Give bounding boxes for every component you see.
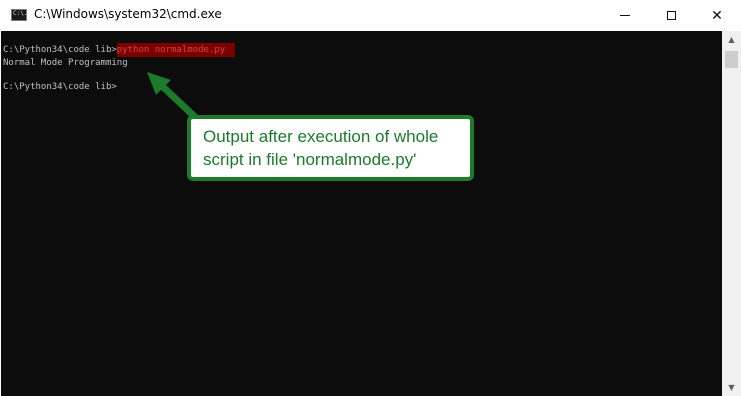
- chevron-up-icon: ▲: [728, 35, 735, 44]
- cmd-window: C:\. C:\Windows\system32\cmd.exe ✕ C:\Py…: [0, 0, 741, 396]
- console-line-command: C:\Python34\code lib>python normalmode.p…: [3, 43, 236, 57]
- cmd-app-icon[interactable]: C:\.: [11, 9, 27, 21]
- scroll-thumb[interactable]: [725, 51, 738, 68]
- scroll-down-button[interactable]: ▼: [722, 379, 741, 396]
- console-prompt: C:\Python34\code lib>: [3, 45, 117, 55]
- close-button[interactable]: ✕: [694, 0, 740, 31]
- vertical-scrollbar[interactable]: ▲ ▼: [722, 31, 741, 396]
- minimize-icon: [620, 15, 630, 16]
- close-icon: ✕: [711, 7, 723, 24]
- callout-line-2: script in file 'normalmode.py': [203, 150, 417, 169]
- annotation-callout: Output after execution of whole script i…: [187, 115, 474, 181]
- cmd-icon-glyph: C:\.: [13, 10, 28, 17]
- title-bar[interactable]: C:\. C:\Windows\system32\cmd.exe ✕: [0, 0, 741, 31]
- callout-line-1: Output after execution of whole: [203, 127, 439, 146]
- highlighted-command: python normalmode.py: [116, 43, 236, 57]
- maximize-icon: [666, 11, 676, 20]
- scroll-up-button[interactable]: ▲: [722, 31, 741, 48]
- console-line-output: Normal Mode Programming: [3, 58, 128, 68]
- chevron-down-icon: ▼: [728, 383, 735, 392]
- console-line-prompt: C:\Python34\code lib>: [3, 82, 117, 92]
- console-output-area[interactable]: C:\Python34\code lib>python normalmode.p…: [1, 31, 722, 396]
- minimize-button[interactable]: [602, 0, 648, 31]
- maximize-button[interactable]: [648, 0, 694, 31]
- window-title: C:\Windows\system32\cmd.exe: [34, 7, 222, 21]
